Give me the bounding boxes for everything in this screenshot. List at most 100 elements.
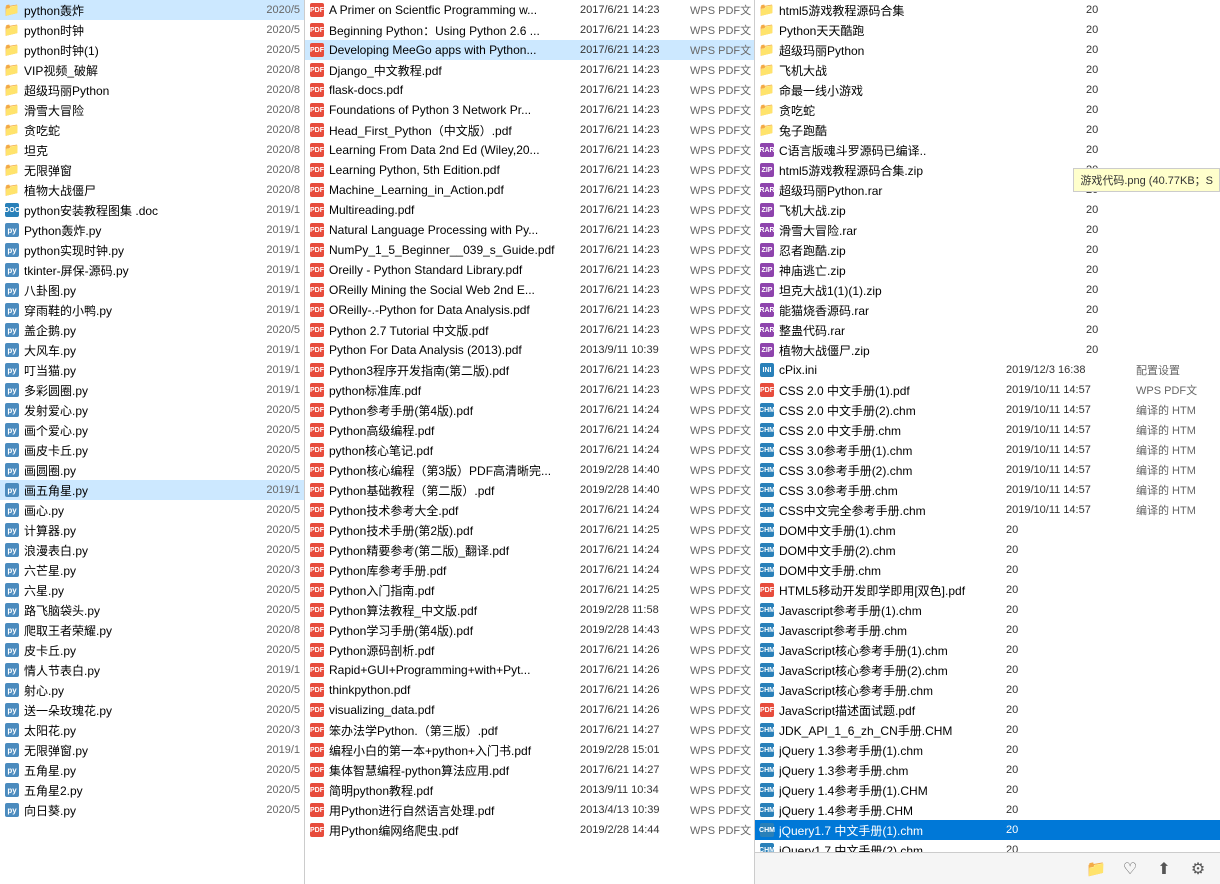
list-item[interactable]: PDFBeginning Python：Using Python 2.6 ...… — [305, 20, 754, 40]
list-item[interactable]: CHMCSS中文完全参考手册.chm2019/10/11 14:57编译的 HT… — [755, 500, 1220, 520]
list-item[interactable]: CHMjQuery1.7 中文手册(1).chm20 — [755, 820, 1220, 840]
list-item[interactable]: 📁VIP视频_破解2020/8 — [0, 60, 304, 80]
list-item[interactable]: RAR滑雪大冒险.rar20 — [755, 220, 1220, 240]
list-item[interactable]: py大风车.py2019/1 — [0, 340, 304, 360]
list-item[interactable]: ZIP植物大战僵尸.zip20 — [755, 340, 1220, 360]
list-item[interactable]: py穿雨鞋的小鸭.py2019/1 — [0, 300, 304, 320]
list-item[interactable]: CHMJavascript参考手册.chm20 — [755, 620, 1220, 640]
list-item[interactable]: py画五角星.py2019/1 — [0, 480, 304, 500]
list-item[interactable]: PDFCSS 2.0 中文手册(1).pdf2019/10/11 14:57WP… — [755, 380, 1220, 400]
list-item[interactable]: PDFMultireading.pdf2017/6/21 14:23WPS PD… — [305, 200, 754, 220]
settings-icon[interactable]: ⚙ — [1186, 857, 1210, 881]
list-item[interactable]: PDFPython核心编程（第3版）PDF高清晰完...2019/2/28 14… — [305, 460, 754, 480]
share-icon[interactable]: ⬆ — [1152, 857, 1176, 881]
list-item[interactable]: py多彩圆圈.py2019/1 — [0, 380, 304, 400]
list-item[interactable]: 📁坦克2020/8 — [0, 140, 304, 160]
list-item[interactable]: py皮卡丘.py2020/5 — [0, 640, 304, 660]
list-item[interactable]: CHMDOM中文手册(1).chm20 — [755, 520, 1220, 540]
list-item[interactable]: py路飞脑袋头.py2020/5 — [0, 600, 304, 620]
list-item[interactable]: py盖企鹅.py2020/5 — [0, 320, 304, 340]
list-item[interactable]: PDFPython入门指南.pdf2017/6/21 14:25WPS PDF文 — [305, 580, 754, 600]
list-item[interactable]: CHMjQuery 1.4参考手册(1).CHM20 — [755, 780, 1220, 800]
list-item[interactable]: py向日葵.py2020/5 — [0, 800, 304, 820]
list-item[interactable]: PDFPython算法教程_中文版.pdf2019/2/28 11:58WPS … — [305, 600, 754, 620]
list-item[interactable]: CHMDOM中文手册(2).chm20 — [755, 540, 1220, 560]
list-item[interactable]: PDFpython核心笔记.pdf2017/6/21 14:24WPS PDF文 — [305, 440, 754, 460]
list-item[interactable]: INIcPix.ini2019/12/3 16:38配置设置 — [755, 360, 1220, 380]
list-item[interactable]: PDF用Python编网络爬虫.pdf2019/2/28 14:44WPS PD… — [305, 820, 754, 840]
list-item[interactable]: 📁命最一线小游戏20 — [755, 80, 1220, 100]
list-item[interactable]: PDFPython库参考手册.pdf2017/6/21 14:24WPS PDF… — [305, 560, 754, 580]
list-item[interactable]: 📁python时钟(1)2020/5 — [0, 40, 304, 60]
list-item[interactable]: CHMJavaScript核心参考手册(1).chm20 — [755, 640, 1220, 660]
list-item[interactable]: pytkinter-屏保-源码.py2019/1 — [0, 260, 304, 280]
list-item[interactable]: CHMJDK_API_1_6_zh_CN手册.CHM20 — [755, 720, 1220, 740]
list-item[interactable]: CHMJavaScript核心参考手册(2).chm20 — [755, 660, 1220, 680]
list-item[interactable]: PDF简明python教程.pdf2013/9/11 10:34WPS PDF文 — [305, 780, 754, 800]
list-item[interactable]: 📁贪吃蛇2020/8 — [0, 120, 304, 140]
list-item[interactable]: PDFJavaScript描述面试题.pdf20 — [755, 700, 1220, 720]
list-item[interactable]: PDFPython技术手册(第2版).pdf2017/6/21 14:25WPS… — [305, 520, 754, 540]
list-item[interactable]: py计算器.py2020/5 — [0, 520, 304, 540]
list-item[interactable]: py浪漫表白.py2020/5 — [0, 540, 304, 560]
list-item[interactable]: 📁python时钟2020/5 — [0, 20, 304, 40]
list-item[interactable]: 📁html5游戏教程源码合集20 — [755, 0, 1220, 20]
list-item[interactable]: 📁兔子跑酷20 — [755, 120, 1220, 140]
list-item[interactable]: CHMjQuery 1.4参考手册.CHM20 — [755, 800, 1220, 820]
list-item[interactable]: PDFPython源码剖析.pdf2017/6/21 14:26WPS PDF文 — [305, 640, 754, 660]
list-item[interactable]: py情人节表白.py2019/1 — [0, 660, 304, 680]
list-item[interactable]: RAR能猫烧香源码.rar20 — [755, 300, 1220, 320]
list-item[interactable]: py射心.py2020/5 — [0, 680, 304, 700]
list-item[interactable]: CHMjQuery 1.3参考手册.chm20 — [755, 760, 1220, 780]
list-item[interactable]: py叮当猫.py2019/1 — [0, 360, 304, 380]
list-item[interactable]: PDFpython标准库.pdf2017/6/21 14:23WPS PDF文 — [305, 380, 754, 400]
list-item[interactable]: py发射爱心.py2020/5 — [0, 400, 304, 420]
list-item[interactable]: PDFPython技术参考大全.pdf2017/6/21 14:24WPS PD… — [305, 500, 754, 520]
list-item[interactable]: PDFPython学习手册(第4版).pdf2019/2/28 14:43WPS… — [305, 620, 754, 640]
list-item[interactable]: CHMCSS 3.0参考手册.chm2019/10/11 14:57编译的 HT… — [755, 480, 1220, 500]
list-item[interactable]: PDFDjango_中文教程.pdf2017/6/21 14:23WPS PDF… — [305, 60, 754, 80]
list-item[interactable]: PDFvisualizing_data.pdf2017/6/21 14:26WP… — [305, 700, 754, 720]
list-item[interactable]: py八卦图.py2019/1 — [0, 280, 304, 300]
list-item[interactable]: 📁超级玛丽Python2020/8 — [0, 80, 304, 100]
list-item[interactable]: 📁植物大战僵尸2020/8 — [0, 180, 304, 200]
list-item[interactable]: CHMJavaScript核心参考手册.chm20 — [755, 680, 1220, 700]
list-item[interactable]: py送一朵玫瑰花.py2020/5 — [0, 700, 304, 720]
list-item[interactable]: CHMCSS 3.0参考手册(2).chm2019/10/11 14:57编译的… — [755, 460, 1220, 480]
list-item[interactable]: PDFMachine_Learning_in_Action.pdf2017/6/… — [305, 180, 754, 200]
list-item[interactable]: 📁滑雪大冒险2020/8 — [0, 100, 304, 120]
list-item[interactable]: ZIP坦克大战1(1)(1).zip20 — [755, 280, 1220, 300]
list-item[interactable]: PDFPython高级编程.pdf2017/6/21 14:24WPS PDF文 — [305, 420, 754, 440]
list-item[interactable]: CHMCSS 2.0 中文手册.chm2019/10/11 14:57编译的 H… — [755, 420, 1220, 440]
list-item[interactable]: PDFPython精要参考(第二版)_翻译.pdf2017/6/21 14:24… — [305, 540, 754, 560]
list-item[interactable]: PDFPython 2.7 Tutorial 中文版.pdf2017/6/21 … — [305, 320, 754, 340]
list-item[interactable]: PDFPython3程序开发指南(第二版).pdf2017/6/21 14:23… — [305, 360, 754, 380]
folder-icon[interactable]: 📁 — [1084, 857, 1108, 881]
list-item[interactable]: PDFflask-docs.pdf2017/6/21 14:23WPS PDF文 — [305, 80, 754, 100]
list-item[interactable]: PDF编程小白的第一本+python+入门书.pdf2019/2/28 15:0… — [305, 740, 754, 760]
list-item[interactable]: CHMDOM中文手册.chm20 — [755, 560, 1220, 580]
list-item[interactable]: PDFthinkpython.pdf2017/6/21 14:26WPS PDF… — [305, 680, 754, 700]
list-item[interactable]: CHMjQuery 1.3参考手册(1).chm20 — [755, 740, 1220, 760]
list-item[interactable]: RAR整蛊代码.rar20 — [755, 320, 1220, 340]
list-item[interactable]: CHMCSS 2.0 中文手册(2).chm2019/10/11 14:57编译… — [755, 400, 1220, 420]
list-item[interactable]: pypython实现时钟.py2019/1 — [0, 240, 304, 260]
list-item[interactable]: PDFNumPy_1_5_Beginner__039_s_Guide.pdf20… — [305, 240, 754, 260]
list-item[interactable]: CHMJavascript参考手册(1).chm20 — [755, 600, 1220, 620]
list-item[interactable]: py五角星2.py2020/5 — [0, 780, 304, 800]
list-item[interactable]: PDFRapid+GUI+Programming+with+Pyt...2017… — [305, 660, 754, 680]
list-item[interactable]: 📁python轰炸2020/5 — [0, 0, 304, 20]
list-item[interactable]: py太阳花.py2020/3 — [0, 720, 304, 740]
heart-icon[interactable]: ♡ — [1118, 857, 1142, 881]
list-item[interactable]: py无限弹窗.py2019/1 — [0, 740, 304, 760]
list-item[interactable]: PDFNatural Language Processing with Py..… — [305, 220, 754, 240]
list-item[interactable]: PDF用Python进行自然语言处理.pdf2013/4/13 10:39WPS… — [305, 800, 754, 820]
list-item[interactable]: ZIP飞机大战.zip20 — [755, 200, 1220, 220]
list-item[interactable]: PDFOReilly Mining the Social Web 2nd E..… — [305, 280, 754, 300]
list-item[interactable]: 📁Python天天酷跑20 — [755, 20, 1220, 40]
list-item[interactable]: CHMCSS 3.0参考手册(1).chm2019/10/11 14:57编译的… — [755, 440, 1220, 460]
list-item[interactable]: PDFPython参考手册(第4版).pdf2017/6/21 14:24WPS… — [305, 400, 754, 420]
list-item[interactable]: PDFPython基础教程（第二版）.pdf2019/2/28 14:40WPS… — [305, 480, 754, 500]
list-item[interactable]: ZIP忍者跑酷.zip20 — [755, 240, 1220, 260]
list-item[interactable]: py五角星.py2020/5 — [0, 760, 304, 780]
